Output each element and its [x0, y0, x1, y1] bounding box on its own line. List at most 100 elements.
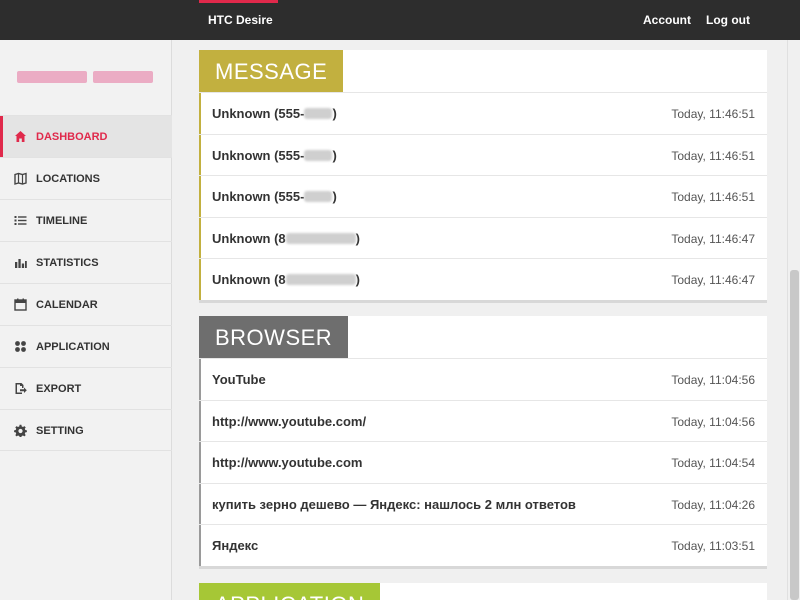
- browser-time: Today, 11:04:56: [671, 414, 755, 429]
- sender-prefix: Unknown (8: [212, 230, 286, 246]
- row-accent: [199, 259, 201, 300]
- device-name[interactable]: HTC Desire: [208, 13, 273, 27]
- message-card-header: MESSAGE: [199, 50, 767, 92]
- browser-row[interactable]: Яндекс Today, 11:03:51: [199, 524, 767, 566]
- gear-icon: [14, 424, 27, 437]
- sender-prefix: Unknown (8: [212, 272, 286, 287]
- brand-logo[interactable]: [17, 67, 153, 87]
- logout-link[interactable]: Log out: [706, 13, 750, 27]
- row-accent: [199, 93, 201, 134]
- sender-suffix: ): [332, 189, 337, 204]
- sender-prefix: Unknown (555-: [212, 147, 305, 163]
- browser-entry: Яндекс: [212, 538, 259, 553]
- application-card-title: APPLICATION: [199, 583, 381, 600]
- message-card-title: MESSAGE: [199, 50, 344, 92]
- browser-row[interactable]: купить зерно дешево — Яндекс: нашлось 2 …: [199, 482, 767, 524]
- row-accent: [199, 134, 201, 175]
- message-row[interactable]: Unknown (555-) Today, 11:46:51: [199, 92, 767, 134]
- sidebar-item-application[interactable]: APPLICATION: [0, 325, 172, 367]
- browser-entry: http://www.youtube.com/: [212, 413, 367, 429]
- browser-time: Today, 11:04:56: [671, 373, 755, 387]
- message-time: Today, 11:46:47: [671, 273, 755, 287]
- browser-time: Today, 11:04:54: [671, 456, 755, 470]
- sidebar-item-label: STATISTICS: [36, 257, 99, 269]
- sender-suffix: ): [332, 147, 337, 163]
- message-row[interactable]: Unknown (555-) Today, 11:46:51: [199, 133, 767, 175]
- sender-suffix: ): [332, 106, 337, 121]
- redacted-number: [304, 191, 333, 202]
- message-time: Today, 11:46:51: [671, 107, 755, 121]
- page-scrollbar[interactable]: [787, 40, 800, 600]
- sidebar-item-setting[interactable]: SETTING: [0, 409, 172, 451]
- bar-chart-icon: [15, 259, 27, 268]
- sidebar-item-label: EXPORT: [36, 383, 82, 395]
- sender-prefix: Unknown (555-: [212, 106, 305, 121]
- device-tab-accent: [199, 0, 278, 3]
- device-tab[interactable]: HTC Desire: [199, 0, 278, 40]
- sidebar-item-label: SETTING: [36, 425, 84, 437]
- browser-row[interactable]: http://www.youtube.com Today, 11:04:54: [199, 441, 767, 483]
- sender-suffix: ): [355, 272, 361, 287]
- scroll-thumb[interactable]: [790, 270, 799, 600]
- active-indicator: [0, 116, 3, 157]
- sidebar-item-locations[interactable]: LOCATIONS: [0, 157, 172, 199]
- sidebar-item-timeline[interactable]: TIMELINE: [0, 199, 172, 241]
- sidebar-nav: DASHBOARD LOCATIONS TIMELINE STATISTICS …: [0, 115, 172, 451]
- browser-entry: YouTube: [212, 372, 266, 387]
- browser-card-header: BROWSER: [199, 316, 767, 358]
- message-time: Today, 11:46:51: [671, 148, 755, 163]
- message-time: Today, 11:46:47: [671, 231, 755, 246]
- sidebar-item-label: CALENDAR: [36, 299, 98, 311]
- browser-card-title: BROWSER: [199, 316, 349, 358]
- top-bar: HTC Desire Account Log out: [0, 0, 800, 40]
- sidebar-item-dashboard[interactable]: DASHBOARD: [0, 115, 172, 157]
- sidebar-item-label: DASHBOARD: [36, 131, 108, 143]
- sidebar-item-label: APPLICATION: [36, 341, 110, 353]
- message-sender: Unknown (555-): [212, 148, 337, 163]
- row-accent: [199, 359, 201, 400]
- account-link[interactable]: Account: [643, 13, 691, 27]
- redacted-number: [304, 149, 333, 161]
- sidebar-item-statistics[interactable]: STATISTICS: [0, 241, 172, 283]
- calendar-icon: [14, 298, 27, 311]
- redacted-number: [304, 108, 333, 119]
- row-accent: [199, 442, 201, 483]
- export-icon: [15, 383, 27, 394]
- browser-time: Today, 11:03:51: [671, 539, 755, 553]
- sender-suffix: ): [355, 230, 361, 246]
- message-sender: Unknown (555-): [212, 189, 337, 204]
- sidebar-item-label: TIMELINE: [36, 215, 88, 227]
- browser-card: BROWSER YouTube Today, 11:04:56 http://w…: [199, 316, 767, 569]
- list-icon: [14, 216, 27, 225]
- message-row[interactable]: Unknown (8) Today, 11:46:47: [199, 216, 767, 258]
- message-row[interactable]: Unknown (555-) Today, 11:46:51: [199, 175, 767, 217]
- browser-row[interactable]: YouTube Today, 11:04:56: [199, 358, 767, 400]
- row-accent: [199, 400, 201, 441]
- message-sender: Unknown (555-): [212, 106, 337, 121]
- browser-entry: http://www.youtube.com: [212, 455, 363, 470]
- browser-row[interactable]: http://www.youtube.com/ Today, 11:04:56: [199, 399, 767, 441]
- message-row[interactable]: Unknown (8) Today, 11:46:47: [199, 258, 767, 300]
- sidebar: DASHBOARD LOCATIONS TIMELINE STATISTICS …: [0, 40, 172, 600]
- message-sender: Unknown (8): [212, 272, 360, 287]
- sidebar-item-label: LOCATIONS: [36, 173, 100, 185]
- redacted-number: [285, 232, 356, 244]
- map-icon: [14, 172, 27, 185]
- apps-grid-icon: [15, 341, 26, 352]
- sidebar-item-calendar[interactable]: CALENDAR: [0, 283, 172, 325]
- message-card: MESSAGE Unknown (555-) Today, 11:46:51 U…: [199, 50, 767, 303]
- message-sender: Unknown (8): [212, 231, 360, 246]
- browser-time: Today, 11:04:26: [671, 497, 755, 512]
- redacted-number: [285, 274, 356, 285]
- message-time: Today, 11:46:51: [671, 190, 755, 204]
- sidebar-item-export[interactable]: EXPORT: [0, 367, 172, 409]
- application-card-header: APPLICATION: [199, 583, 767, 600]
- application-card: APPLICATION: [199, 583, 767, 600]
- row-accent: [199, 217, 201, 258]
- browser-entry: купить зерно дешево — Яндекс: нашлось 2 …: [212, 496, 576, 512]
- sender-prefix: Unknown (555-: [212, 189, 305, 204]
- row-accent: [199, 525, 201, 566]
- row-accent: [199, 483, 201, 524]
- home-icon: [15, 131, 26, 142]
- row-accent: [199, 176, 201, 217]
